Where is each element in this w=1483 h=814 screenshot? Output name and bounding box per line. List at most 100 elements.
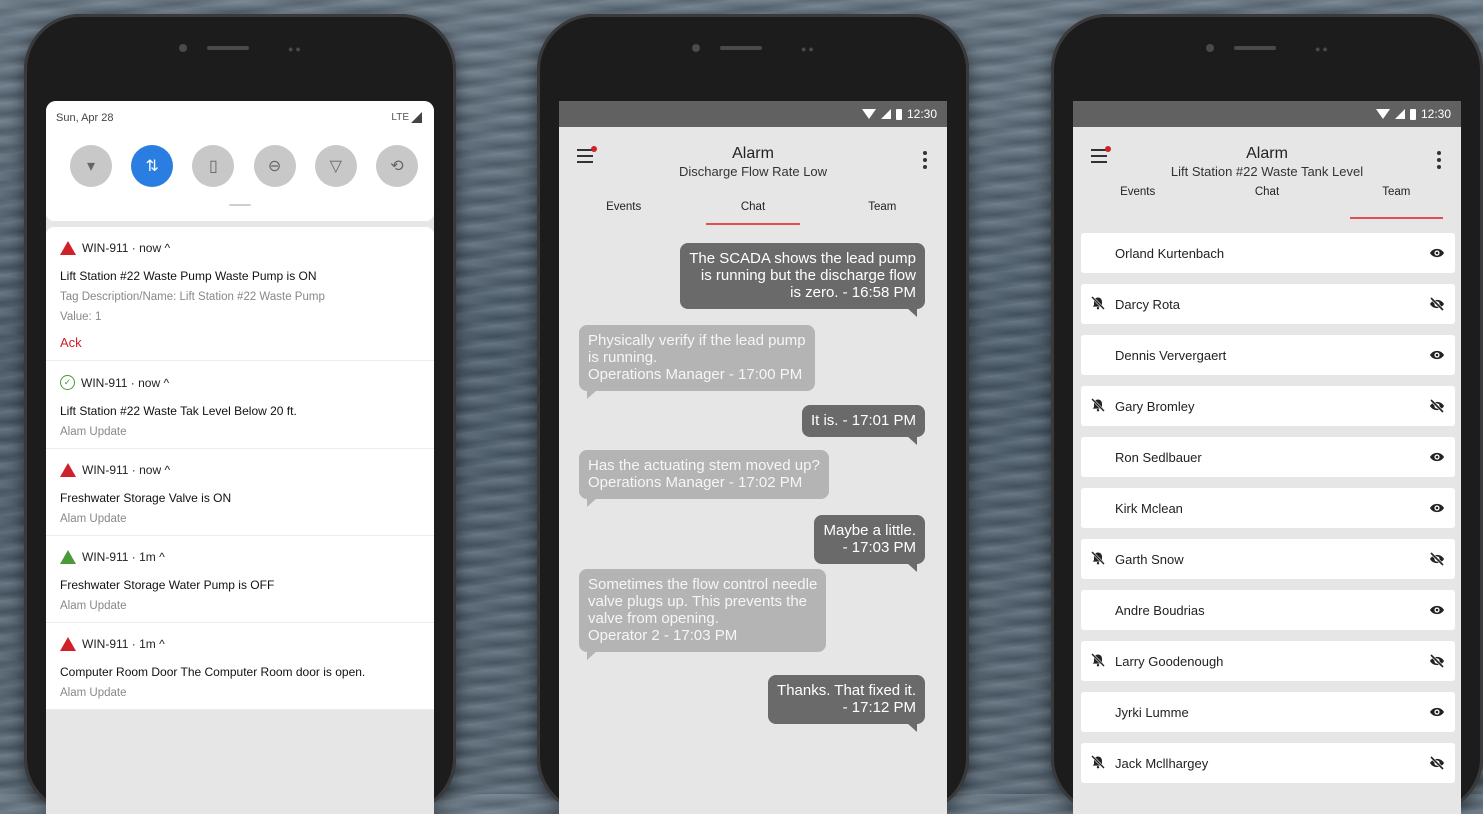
quick-settings-panel: Sun, Apr 28 LTE ▾ ⇅ ▯ ⊖ ▽ ⟲ [46, 101, 434, 221]
team-member-row[interactable]: Gary Bromley [1081, 386, 1455, 426]
notifications-off-icon [1091, 398, 1105, 412]
chat-line: Physically verify if the lead pump [588, 332, 806, 349]
tab-team[interactable]: Team [818, 191, 947, 229]
team-member-row[interactable]: Kirk Mclean [1081, 488, 1455, 528]
wifi-icon [1375, 109, 1390, 119]
sensor-dots: ●● [1315, 44, 1330, 54]
team-member-row[interactable]: Dennis Ververgaert [1081, 335, 1455, 375]
more-options-icon[interactable] [923, 151, 927, 172]
more-options-icon[interactable] [1437, 151, 1441, 172]
speaker [720, 46, 762, 50]
team-member-row[interactable]: Jyrki Lumme [1081, 692, 1455, 732]
chat-bubble-sent[interactable]: Thanks. That fixed it. - 17:12 PM [768, 675, 925, 732]
ack-button[interactable]: Ack [60, 335, 420, 350]
auto-rotate-icon: ⟲ [390, 158, 404, 175]
team-member-row[interactable]: Orland Kurtenbach [1081, 233, 1455, 273]
notification[interactable]: WIN-911 · now ^ Lift Station #22 Waste Pu… [46, 227, 434, 361]
team-member-row[interactable]: Ron Sedlbauer [1081, 437, 1455, 477]
tab-bar: Events Chat Team [1073, 183, 1461, 223]
network-label: LTE [391, 112, 409, 123]
member-name: Garth Snow [1115, 551, 1184, 567]
status-bar: 12:30 [559, 101, 947, 127]
visibility-icon[interactable] [1429, 501, 1445, 515]
member-name: Darcy Rota [1115, 296, 1181, 312]
chat-bubble-received[interactable]: Sometimes the flow control needle valve p… [579, 569, 827, 660]
status-bar: 12:30 [1073, 101, 1461, 127]
notification-header: WIN-911 · 1m ^ [60, 550, 420, 564]
chat-bubble-sent[interactable]: It is. - 17:01 PM [801, 405, 925, 445]
team-list: Orland Kurtenbach Darcy Rota Dennis Verver… [1073, 223, 1461, 783]
app-bar: Alarm Lift Station #22 Waste Tank Level [1073, 127, 1461, 183]
do-not-disturb-toggle[interactable]: ⊖ [253, 145, 296, 187]
notifications-off-icon [1091, 551, 1105, 565]
camera [179, 44, 187, 52]
team-member-row[interactable]: Andre Boudrias [1081, 590, 1455, 630]
data-toggle[interactable]: ⇅ [131, 145, 174, 187]
chat-line: - 17:12 PM [842, 699, 916, 716]
member-name: Gary Bromley [1115, 398, 1195, 414]
auto-rotate-toggle[interactable]: ⟲ [375, 145, 418, 187]
qs-date: Sun, Apr 28 [56, 112, 114, 124]
tab-events[interactable]: Events [559, 191, 688, 229]
chat-bubble-sent[interactable]: The SCADA shows the lead pump is running … [680, 243, 925, 317]
chat-line: Sometimes the flow control needle [588, 576, 818, 593]
notification-app: WIN-911 · now ^ [82, 241, 171, 255]
notification-app: WIN-911 · now ^ [82, 463, 171, 477]
notification[interactable]: WIN-911 · 1m ^ Computer Room Door The Com… [46, 623, 434, 710]
data-icon: ⇅ [145, 158, 159, 175]
tab-team[interactable]: Team [1332, 183, 1461, 223]
do-not-disturb-icon: ⊖ [267, 158, 282, 175]
visibility-icon[interactable] [1429, 450, 1445, 464]
notification-app: WIN-911 · 1m ^ [82, 637, 165, 651]
wifi-toggle[interactable]: ▾ [70, 145, 112, 187]
visibility-icon[interactable] [1429, 348, 1445, 362]
flashlight-toggle[interactable]: ▽ [314, 145, 357, 187]
notification-header: WIN-911 · 1m ^ [60, 637, 420, 651]
member-name: Dennis Ververgaert [1115, 347, 1227, 363]
notification-subtext: Tag Description/Name: Lift Station #22 W… [60, 291, 325, 303]
tab-chat[interactable]: Chat [1202, 183, 1331, 223]
notification-app: WIN-911 · now ^ [81, 375, 170, 390]
visibility-off-icon[interactable] [1429, 551, 1445, 567]
visibility-icon[interactable] [1429, 246, 1445, 260]
notification-list: WIN-911 · now ^ Lift Station #22 Waste Pu… [46, 227, 434, 710]
team-member-row[interactable]: Darcy Rota [1081, 284, 1455, 324]
team-member-row[interactable]: Larry Goodenough [1081, 641, 1455, 681]
chat-line: valve from opening. [588, 610, 719, 627]
member-name: Larry Goodenough [1115, 653, 1224, 669]
visibility-icon[interactable] [1429, 705, 1445, 719]
visibility-off-icon[interactable] [1429, 653, 1445, 669]
warning-red-icon [60, 463, 76, 477]
chat-bubble-sent[interactable]: Maybe a little. - 17:03 PM [814, 515, 925, 572]
tab-events[interactable]: Events [1073, 183, 1202, 223]
notification-app: WIN-911 · 1m ^ [82, 550, 165, 564]
notifications-off-icon [1091, 653, 1105, 667]
team-member-row[interactable]: Jack Mcllhargey [1081, 743, 1455, 783]
chat-line: Operations Manager - 17:00 PM [588, 366, 803, 383]
tab-chat[interactable]: Chat [688, 191, 817, 229]
camera [692, 44, 700, 52]
notifications-off-icon [1091, 755, 1105, 769]
battery-saver-toggle[interactable]: ▯ [192, 145, 235, 187]
notification[interactable]: WIN-911 · 1m ^ Freshwater Storage Water P… [46, 536, 434, 623]
chat-bubble-received[interactable]: Physically verify if the lead pump is run… [579, 325, 815, 399]
member-name: Kirk Mclean [1115, 500, 1183, 516]
notification[interactable]: ✓ WIN-911 · now ^ Lift Station #22 Waste T… [46, 361, 434, 449]
qs-network: LTE [391, 112, 422, 123]
notification-title: Computer Room Door The Computer Room doo… [60, 665, 366, 679]
chat-line: valve plugs up. This prevents the [588, 593, 808, 610]
visibility-icon[interactable] [1429, 603, 1445, 617]
visibility-off-icon[interactable] [1429, 755, 1445, 771]
battery-icon [895, 108, 902, 120]
battery-icon [1409, 108, 1416, 120]
signal-icon [880, 109, 891, 119]
drag-handle[interactable] [229, 204, 251, 206]
chat-bubble-received[interactable]: Has the actuating stem moved up? Operatio… [579, 450, 829, 507]
visibility-off-icon[interactable] [1429, 296, 1445, 312]
visibility-off-icon[interactable] [1429, 398, 1445, 414]
notification[interactable]: WIN-911 · now ^ Freshwater Storage Valve … [46, 449, 434, 536]
team-member-row[interactable]: Garth Snow [1081, 539, 1455, 579]
chat-line: Thanks. That fixed it. [777, 682, 916, 699]
notifications-off-icon [1091, 296, 1105, 310]
chat-line: The SCADA shows the lead pump [689, 250, 916, 267]
